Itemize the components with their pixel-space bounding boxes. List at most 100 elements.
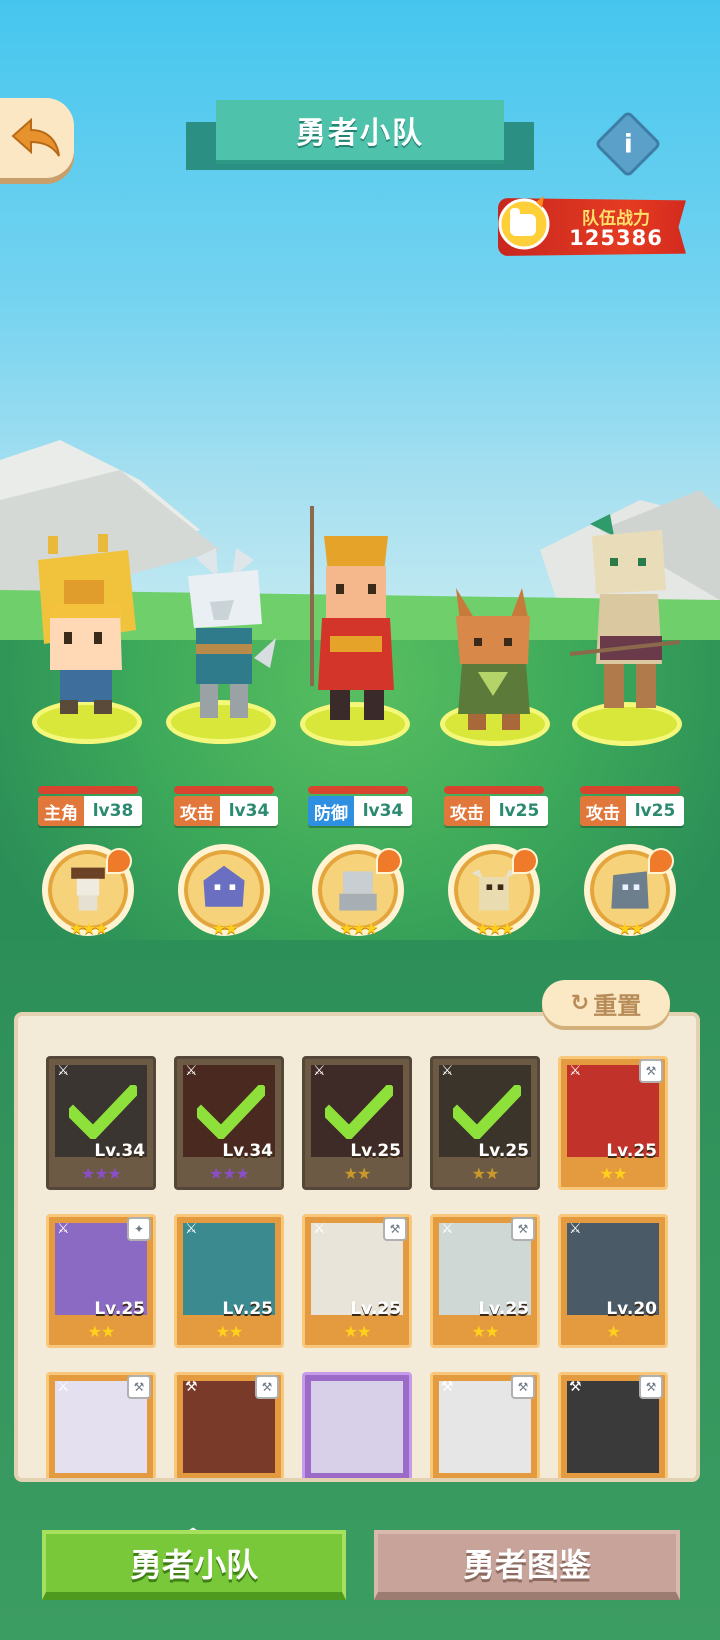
axe-icon: ⚒ — [185, 1379, 198, 1395]
info-icon: i — [623, 128, 633, 159]
hero-card[interactable]: ⚔ Lv.20 ★ — [558, 1214, 668, 1348]
hero-card[interactable]: ⚔ ✦ Lv.25 ★★ — [46, 1214, 156, 1348]
hero-hp-bar — [580, 786, 680, 794]
hero-level-tag: 攻击 lv25 — [444, 796, 548, 826]
hammer-icon: ⚒ — [127, 1375, 151, 1399]
hero-card-panel[interactable]: ⚔ Lv.34 ★★★ ⚔ Lv.34 ★★★ ⚔ Lv.25 ★★ ⚔ Lv.… — [14, 1012, 700, 1482]
sword-icon: ⚔ — [57, 1221, 70, 1237]
hero-hp-bar — [38, 786, 138, 794]
card-stars: ★★★ — [80, 1164, 122, 1183]
hero-card[interactable]: ⚔ ⚒ Lv.25 ★★ — [558, 1056, 668, 1190]
info-button[interactable]: i — [594, 110, 662, 178]
card-stars: ★★ — [87, 1322, 116, 1341]
compass-icon: ✦ — [127, 1217, 151, 1241]
sword-icon: ⚔ — [441, 1221, 454, 1237]
card-stars: ★★ — [215, 1322, 244, 1341]
pet-badge-icon — [512, 848, 538, 874]
hero-role-label: 攻击 — [174, 796, 220, 826]
pet-stars: ★★★ — [69, 919, 108, 938]
hero-card[interactable]: ⚔ Lv.25 ★★ — [174, 1214, 284, 1348]
hero-level-label: lv25 — [490, 796, 548, 826]
pet-badge-icon — [106, 848, 132, 874]
tab-team[interactable]: 勇者小队 — [42, 1530, 346, 1600]
tab-team-label: 勇者小队 — [129, 1546, 258, 1584]
card-stars: ★★ — [471, 1322, 500, 1341]
page-title: 勇者小队 — [296, 116, 424, 151]
purple-beast-pet-icon — [203, 865, 245, 907]
hero-card[interactable]: ⚔ Lv.34 ★★★ — [174, 1056, 284, 1190]
hero-slot-5[interactable] — [566, 514, 686, 760]
check-icon — [197, 1085, 265, 1139]
hero-card[interactable]: ⚔ ⚒ Lv.25 ★★ — [430, 1214, 540, 1348]
pet-badge-icon — [376, 848, 402, 874]
hero-card[interactable]: ⚔ Lv.34 ★★★ — [46, 1056, 156, 1190]
card-stars: ★★ — [343, 1164, 372, 1183]
hero-role-label: 攻击 — [580, 796, 626, 826]
hammer-icon: ⚒ — [639, 1375, 663, 1399]
sword-icon: ⚔ — [441, 1063, 454, 1079]
back-button[interactable] — [0, 98, 74, 178]
card-stars: ★★ — [471, 1164, 500, 1183]
card-level: Lv.34 — [222, 1141, 273, 1161]
hero-role-label: 防御 — [308, 796, 354, 826]
sword-icon: ⚔ — [185, 1063, 198, 1079]
card-level: Lv.25 — [478, 1141, 529, 1161]
card-stars: ★★ — [343, 1322, 372, 1341]
card-level: Lv.34 — [94, 1141, 145, 1161]
pet-slot-1[interactable]: ★★★ — [42, 844, 134, 938]
hero-card[interactable]: ⚔ Lv.25 ★★ — [430, 1056, 540, 1190]
hero-hp-bar — [444, 786, 544, 794]
sword-icon: ⚔ — [57, 1379, 70, 1395]
tab-codex[interactable]: 勇者图鉴 — [374, 1530, 680, 1600]
check-icon — [325, 1085, 393, 1139]
hero-level-label: lv38 — [84, 796, 142, 826]
hero-card[interactable]: ⚒ ⚒ — [430, 1372, 540, 1478]
hero-level-tag: 攻击 lv25 — [580, 796, 684, 826]
hero-slot-2[interactable] — [162, 548, 282, 758]
card-level: Lv.25 — [350, 1299, 401, 1319]
hero-card[interactable]: ⚔ Lv.25 ★★ — [302, 1056, 412, 1190]
hero-slot-1[interactable] — [28, 520, 148, 760]
axe-icon: ⚒ — [569, 1379, 582, 1395]
hero-slot-4[interactable] — [434, 588, 554, 758]
sword-icon: ⚔ — [313, 1063, 326, 1079]
hero-level-label: lv34 — [354, 796, 412, 826]
tab-codex-label: 勇者图鉴 — [462, 1546, 591, 1584]
sword-icon: ⚔ — [569, 1063, 582, 1079]
hero-slot-3[interactable] — [294, 506, 418, 760]
pet-slot-3[interactable]: ★★★ — [312, 844, 404, 938]
giraffe-hat-kid-icon — [38, 534, 136, 714]
hero-card[interactable] — [302, 1372, 412, 1478]
lynx-hunter-icon — [570, 514, 680, 708]
card-level: Lv.25 — [222, 1299, 273, 1319]
sword-icon: ⚔ — [313, 1221, 326, 1237]
title-ribbon: 勇者小队 — [216, 100, 504, 164]
monkey-king-icon — [310, 506, 394, 720]
check-icon — [453, 1085, 521, 1139]
hero-level-tag: 防御 lv34 — [308, 796, 412, 826]
pet-stars: ★★★ — [475, 919, 514, 938]
hammer-icon: ⚒ — [255, 1375, 279, 1399]
hero-card[interactable]: ⚒ ⚒ — [174, 1372, 284, 1478]
hammer-icon: ⚒ — [511, 1217, 535, 1241]
card-level: Lv.25 — [606, 1141, 657, 1161]
hero-hp-bar — [308, 786, 408, 794]
hammer-icon: ⚒ — [383, 1217, 407, 1241]
sword-icon: ⚔ — [185, 1221, 198, 1237]
hero-card[interactable]: ⚒ ⚒ — [558, 1372, 668, 1478]
reset-button[interactable]: ↻ 重置 — [542, 980, 670, 1026]
hero-role-label: 主角 — [38, 796, 84, 826]
pet-slot-2[interactable]: ★★ — [178, 844, 270, 938]
pet-slot-4[interactable]: ★★★ — [448, 844, 540, 938]
hero-card[interactable]: ⚔ ⚒ — [46, 1372, 156, 1478]
hero-level-tag: 主角 lv38 — [38, 796, 142, 826]
card-stars: ★★★ — [208, 1164, 250, 1183]
hero-card[interactable]: ⚔ ⚒ Lv.25 ★★ — [302, 1214, 412, 1348]
fox-archer-icon — [456, 588, 530, 730]
card-stars: ★ — [606, 1322, 620, 1341]
check-icon — [69, 1085, 137, 1139]
hero-hp-bar — [174, 786, 274, 794]
pet-slot-5[interactable]: ★★ — [584, 844, 676, 938]
pet-stars: ★★ — [211, 919, 239, 938]
reset-label: 重置 — [593, 991, 642, 1020]
